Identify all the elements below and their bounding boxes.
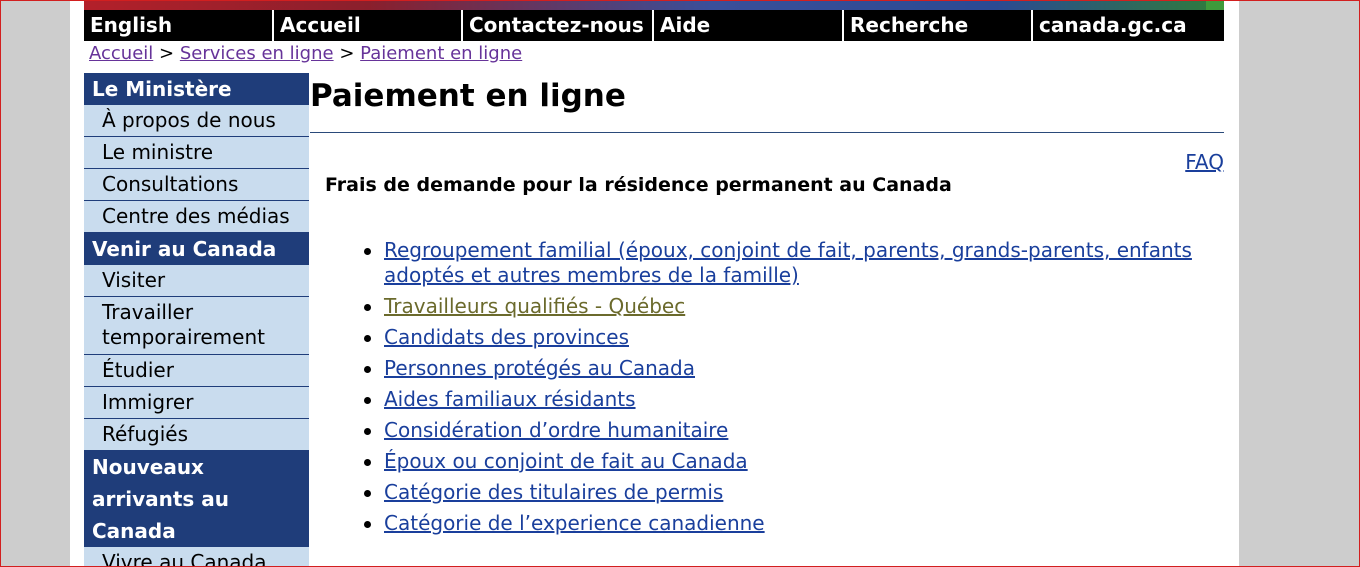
list-item: Considération d’ordre humanitaire [364, 418, 1204, 443]
list-item: Catégorie des titulaires de permis [364, 480, 1204, 505]
list-item: Aides familiaux résidants [364, 387, 1204, 412]
main-content: Paiement en ligne FAQ Frais de demande p… [310, 73, 1224, 535]
link-experience-canadienne[interactable]: Catégorie de l’experience canadienne [384, 511, 765, 535]
nav-recherche[interactable]: Recherche [844, 10, 1033, 41]
sidebar-item-consultations[interactable]: Consultations [84, 169, 309, 201]
link-regroupement-familial[interactable]: Regroupement familial (époux, conjoint d… [384, 238, 1192, 287]
top-nav: English Accueil Contactez-nous Aide Rech… [84, 10, 1224, 41]
breadcrumb-paiement-en-ligne[interactable]: Paiement en ligne [360, 43, 522, 64]
sidebar-item-visiter[interactable]: Visiter [84, 265, 309, 297]
sidebar-heading-venir[interactable]: Venir au Canada [84, 233, 309, 265]
nav-accueil[interactable]: Accueil [274, 10, 463, 41]
sidebar-item-refugies[interactable]: Réfugiés [84, 419, 309, 451]
sidebar: Le Ministère À propos de nous Le ministr… [84, 73, 309, 567]
breadcrumb-separator: > [339, 43, 355, 64]
banner-image [84, 0, 1224, 10]
nav-aide[interactable]: Aide [654, 10, 844, 41]
sidebar-item-centre-medias[interactable]: Centre des médias [84, 201, 309, 233]
faq-link[interactable]: FAQ [1185, 150, 1224, 174]
link-titulaires-permis[interactable]: Catégorie des titulaires de permis [384, 480, 723, 504]
link-epoux-conjoint[interactable]: Époux ou conjoint de fait au Canada [384, 449, 748, 473]
banner-flag-strip [1206, 0, 1224, 10]
list-item: Candidats des provinces [364, 325, 1204, 350]
sidebar-item-vivre[interactable]: Vivre au Canada [84, 547, 309, 567]
link-personnes-protegees[interactable]: Personnes protégés au Canada [384, 356, 695, 380]
breadcrumb-services-en-ligne[interactable]: Services en ligne [180, 43, 334, 64]
breadcrumb: Accueil > Services en ligne > Paiement e… [89, 43, 522, 64]
list-item: Catégorie de l’experience canadienne [364, 511, 1204, 536]
breadcrumb-accueil[interactable]: Accueil [89, 43, 153, 64]
list-item: Personnes protégés au Canada [364, 356, 1204, 381]
page-title: Paiement en ligne [310, 78, 626, 114]
link-candidats-provinces[interactable]: Candidats des provinces [384, 325, 629, 349]
breadcrumb-separator: > [159, 43, 175, 64]
nav-english[interactable]: English [84, 10, 274, 41]
title-divider [310, 132, 1224, 133]
nav-contactez-nous[interactable]: Contactez-nous [463, 10, 654, 41]
sidebar-item-immigrer[interactable]: Immigrer [84, 387, 309, 419]
sidebar-item-etudier[interactable]: Étudier [84, 355, 309, 387]
link-aides-familiaux[interactable]: Aides familiaux résidants [384, 387, 636, 411]
list-item: Regroupement familial (époux, conjoint d… [364, 238, 1204, 288]
sidebar-item-travailler[interactable]: Travailler temporairement [84, 297, 309, 355]
sidebar-heading-ministere[interactable]: Le Ministère [84, 73, 309, 105]
sidebar-item-le-ministre[interactable]: Le ministre [84, 137, 309, 169]
link-travailleurs-qualifies-quebec[interactable]: Travailleurs qualifiés - Québec [384, 294, 685, 318]
nav-canada-gc-ca[interactable]: canada.gc.ca [1033, 10, 1224, 41]
section-subheading: Frais de demande pour la résidence perma… [325, 174, 952, 196]
sidebar-item-a-propos[interactable]: À propos de nous [84, 105, 309, 137]
link-consideration-humanitaire[interactable]: Considération d’ordre humanitaire [384, 418, 728, 442]
list-item: Travailleurs qualifiés - Québec [364, 294, 1204, 319]
sidebar-heading-nouveaux-arrivants[interactable]: Nouveaux arrivants au Canada [84, 451, 309, 547]
list-item: Époux ou conjoint de fait au Canada [364, 449, 1204, 474]
page: English Accueil Contactez-nous Aide Rech… [70, 0, 1239, 567]
payment-category-list: Regroupement familial (époux, conjoint d… [364, 238, 1204, 542]
